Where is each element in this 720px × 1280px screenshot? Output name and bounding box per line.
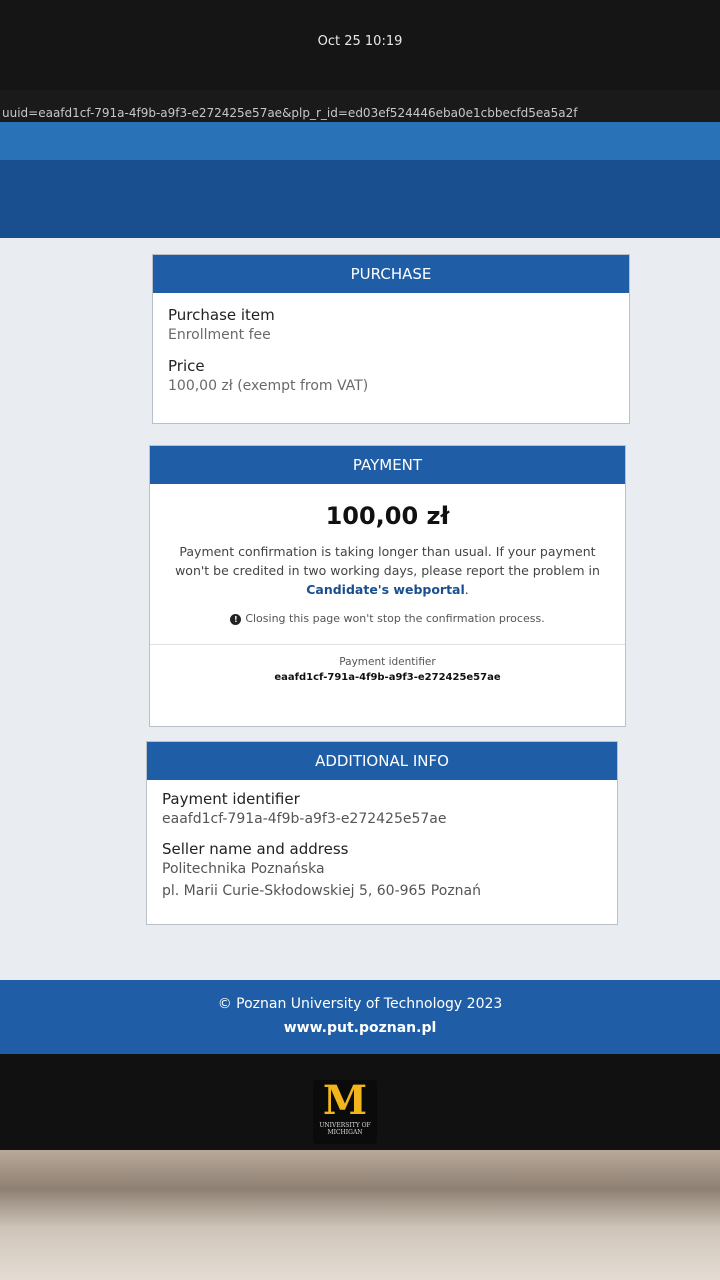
seller-name: Politechnika Poznańska bbox=[162, 861, 325, 877]
price-label: Price bbox=[168, 357, 205, 375]
additional-info-title: ADDITIONAL INFO bbox=[147, 742, 617, 780]
purchase-item-value: Enrollment fee bbox=[168, 327, 271, 343]
university-logo: M UNIVERSITY OF MICHIGAN bbox=[313, 1080, 377, 1144]
seller-field: Seller name and address Politechnika Poz… bbox=[147, 840, 617, 899]
page-footer: © Poznan University of Technology 2023 w… bbox=[0, 980, 720, 1054]
price-value: 100,00 zł (exempt from VAT) bbox=[168, 378, 369, 394]
info-id-value: eaafd1cf-791a-4f9b-a9f3-e272425e57ae bbox=[162, 811, 447, 827]
page-header-stripe bbox=[0, 122, 720, 160]
purchase-card: PURCHASE Purchase item Enrollment fee Pr… bbox=[152, 254, 630, 424]
page-header bbox=[0, 160, 720, 238]
info-icon: ! bbox=[230, 613, 242, 625]
price-field: Price 100,00 zł (exempt from VAT) bbox=[153, 357, 629, 394]
purchase-item-field: Purchase item Enrollment fee bbox=[153, 306, 629, 343]
main-content: PURCHASE Purchase item Enrollment fee Pr… bbox=[0, 238, 720, 980]
payment-notice-end: . bbox=[464, 582, 469, 597]
os-clock[interactable]: Oct 25 10:19 bbox=[0, 34, 720, 49]
info-id-label: Payment identifier bbox=[162, 790, 300, 808]
info-id-field: Payment identifier eaafd1cf-791a-4f9b-a9… bbox=[147, 790, 617, 827]
payment-id-value: eaafd1cf-791a-4f9b-a9f3-e272425e57ae bbox=[274, 672, 501, 683]
logo-line-2: MICHIGAN bbox=[327, 1129, 363, 1136]
payment-card-title: PAYMENT bbox=[150, 446, 625, 484]
seller-label: Seller name and address bbox=[162, 840, 349, 858]
divider bbox=[150, 644, 625, 645]
logo-letter: M bbox=[322, 1077, 368, 1124]
url-text[interactable]: uuid=eaafd1cf-791a-4f9b-a9f3-e272425e57a… bbox=[2, 106, 578, 120]
os-top-bar: Oct 25 10:19 bbox=[0, 0, 720, 90]
payment-notice: Payment confirmation is taking longer th… bbox=[150, 542, 625, 599]
logo-line-1: UNIVERSITY OF bbox=[319, 1122, 371, 1129]
seller-address: pl. Marii Curie-Skłodowskiej 5, 60-965 P… bbox=[162, 883, 481, 899]
payment-notice-text: Payment confirmation is taking longer th… bbox=[175, 544, 600, 578]
laptop-hinge bbox=[0, 1150, 720, 1280]
payment-id-label: Payment identifier bbox=[339, 656, 436, 668]
closing-note-text: Closing this page won't stop the confirm… bbox=[245, 612, 545, 625]
payment-card: PAYMENT 100,00 zł Payment confirmation i… bbox=[149, 445, 626, 727]
additional-info-card: ADDITIONAL INFO Payment identifier eaafd… bbox=[146, 741, 618, 925]
payment-amount: 100,00 zł bbox=[325, 502, 450, 530]
footer-copyright: © Poznan University of Technology 2023 bbox=[217, 996, 503, 1012]
closing-note: ! Closing this page won't stop the confir… bbox=[150, 612, 625, 625]
candidate-webportal-link[interactable]: Candidate's webportal bbox=[306, 582, 465, 597]
purchase-item-label: Purchase item bbox=[168, 306, 275, 324]
purchase-card-title: PURCHASE bbox=[153, 255, 629, 293]
footer-url-link[interactable]: www.put.poznan.pl bbox=[0, 1020, 720, 1036]
browser-url-bar[interactable]: uuid=eaafd1cf-791a-4f9b-a9f3-e272425e57a… bbox=[0, 90, 720, 122]
